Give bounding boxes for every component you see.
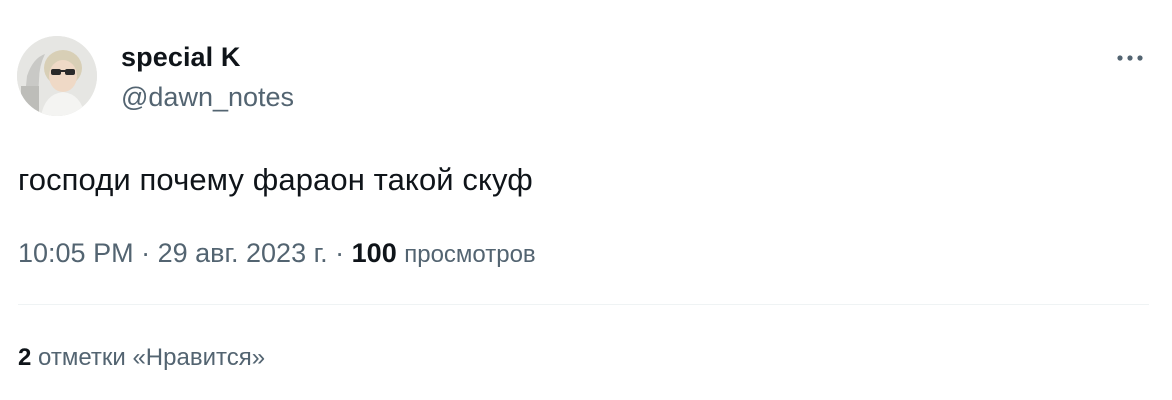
tweet-card: special K @dawn_notes господи почему фар… bbox=[0, 0, 1172, 400]
meta-separator: · bbox=[327, 238, 352, 268]
more-options-button[interactable] bbox=[1112, 44, 1148, 72]
avatar[interactable] bbox=[17, 36, 97, 116]
tweet-time[interactable]: 10:05 PM bbox=[18, 238, 134, 268]
more-horizontal-icon bbox=[1117, 55, 1143, 61]
likes-link[interactable]: 2 отметки «Нравится» bbox=[18, 342, 265, 374]
views-count: 100 bbox=[351, 238, 397, 268]
avatar-photo bbox=[17, 36, 97, 116]
tweet-text: господи почему фараон такой скуф bbox=[18, 162, 533, 197]
likes-count: 2 bbox=[18, 344, 32, 371]
author-handle[interactable]: @dawn_notes bbox=[121, 80, 294, 114]
meta-separator: · bbox=[133, 238, 158, 268]
divider bbox=[18, 304, 1149, 305]
tweet-date[interactable]: 29 авг. 2023 г. bbox=[158, 238, 328, 268]
tweet-meta: 10:05 PM · 29 авг. 2023 г. · 100 просмот… bbox=[18, 236, 536, 272]
author-display-name[interactable]: special K bbox=[121, 40, 240, 74]
views-label: просмотров bbox=[404, 241, 536, 268]
likes-label: отметки «Нравится» bbox=[38, 344, 266, 371]
